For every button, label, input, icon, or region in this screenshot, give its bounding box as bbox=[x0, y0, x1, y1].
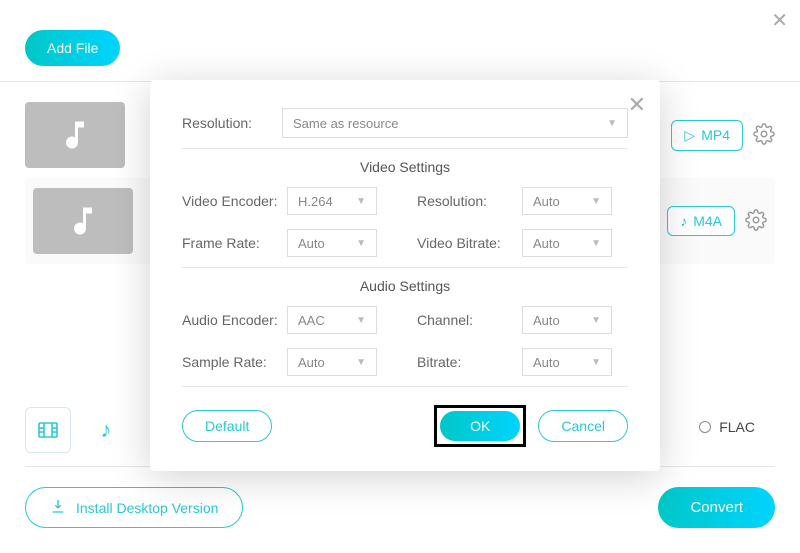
play-icon: ▷ bbox=[684, 127, 695, 144]
ok-button[interactable]: OK bbox=[440, 411, 520, 441]
video-resolution-label: Resolution: bbox=[417, 193, 522, 209]
video-bitrate-value: Auto bbox=[533, 236, 560, 251]
sample-rate-value: Auto bbox=[298, 355, 325, 370]
divider bbox=[182, 386, 628, 387]
audio-bitrate-label: Bitrate: bbox=[417, 354, 522, 370]
flac-label: FLAC bbox=[719, 419, 755, 435]
sample-rate-label: Sample Rate: bbox=[182, 354, 287, 370]
chevron-down-icon: ▼ bbox=[356, 315, 366, 326]
music-note-icon: ♪ bbox=[680, 213, 687, 229]
format-label: M4A bbox=[693, 213, 722, 229]
video-encoder-value: H.264 bbox=[298, 194, 333, 209]
chevron-down-icon: ▼ bbox=[591, 357, 601, 368]
audio-encoder-select[interactable]: AAC ▼ bbox=[287, 306, 377, 334]
divider bbox=[182, 148, 628, 149]
footer: Install Desktop Version Convert bbox=[25, 466, 775, 528]
install-desktop-button[interactable]: Install Desktop Version bbox=[25, 487, 243, 528]
video-resolution-value: Auto bbox=[533, 194, 560, 209]
close-icon[interactable]: ✕ bbox=[771, 8, 788, 33]
settings-gear-icon[interactable] bbox=[753, 123, 775, 148]
default-button[interactable]: Default bbox=[182, 410, 272, 442]
frame-rate-value: Auto bbox=[298, 236, 325, 251]
resolution-label: Resolution: bbox=[182, 115, 282, 131]
video-bitrate-select[interactable]: Auto ▼ bbox=[522, 229, 612, 257]
chevron-down-icon: ▼ bbox=[591, 238, 601, 249]
format-button-m4a[interactable]: ♪ M4A bbox=[667, 206, 735, 236]
cancel-button[interactable]: Cancel bbox=[538, 410, 628, 442]
audio-bitrate-select[interactable]: Auto ▼ bbox=[522, 348, 612, 376]
audio-encoder-label: Audio Encoder: bbox=[182, 312, 287, 328]
video-category-icon[interactable] bbox=[25, 407, 71, 453]
chevron-down-icon: ▼ bbox=[591, 196, 601, 207]
video-bitrate-label: Video Bitrate: bbox=[417, 235, 522, 251]
resolution-value: Same as resource bbox=[293, 116, 399, 131]
top-toolbar: Add File bbox=[0, 0, 800, 82]
format-button-mp4[interactable]: ▷ MP4 bbox=[671, 120, 743, 151]
chevron-down-icon: ▼ bbox=[356, 196, 366, 207]
music-thumbnail-icon bbox=[25, 102, 125, 168]
audio-category-icon[interactable]: ♪ bbox=[83, 407, 129, 453]
category-icons: ♪ bbox=[25, 407, 129, 453]
music-thumbnail-icon bbox=[33, 188, 133, 254]
convert-button[interactable]: Convert bbox=[658, 487, 775, 528]
frame-rate-label: Frame Rate: bbox=[182, 235, 287, 251]
audio-settings-title: Audio Settings bbox=[182, 278, 628, 294]
download-icon bbox=[50, 498, 66, 517]
modal-close-icon[interactable]: ✕ bbox=[628, 92, 646, 118]
channel-value: Auto bbox=[533, 313, 560, 328]
ok-highlight-box: OK bbox=[434, 405, 526, 447]
chevron-down-icon: ▼ bbox=[356, 357, 366, 368]
audio-bitrate-value: Auto bbox=[533, 355, 560, 370]
chevron-down-icon: ▼ bbox=[591, 315, 601, 326]
install-label: Install Desktop Version bbox=[76, 500, 218, 516]
audio-encoder-value: AAC bbox=[298, 313, 325, 328]
video-encoder-select[interactable]: H.264 ▼ bbox=[287, 187, 377, 215]
video-settings-title: Video Settings bbox=[182, 159, 628, 175]
settings-gear-icon[interactable] bbox=[745, 209, 767, 234]
divider bbox=[182, 267, 628, 268]
settings-modal: ✕ Resolution: Same as resource ▼ Video S… bbox=[150, 80, 660, 471]
chevron-down-icon: ▼ bbox=[356, 238, 366, 249]
sample-rate-select[interactable]: Auto ▼ bbox=[287, 348, 377, 376]
chevron-down-icon: ▼ bbox=[607, 118, 617, 129]
video-encoder-label: Video Encoder: bbox=[182, 193, 287, 209]
channel-label: Channel: bbox=[417, 312, 522, 328]
format-label: MP4 bbox=[701, 127, 730, 143]
video-resolution-select[interactable]: Auto ▼ bbox=[522, 187, 612, 215]
modal-footer: Default OK Cancel bbox=[182, 405, 628, 447]
radio-circle-icon bbox=[699, 421, 711, 433]
channel-select[interactable]: Auto ▼ bbox=[522, 306, 612, 334]
add-file-button[interactable]: Add File bbox=[25, 30, 120, 66]
frame-rate-select[interactable]: Auto ▼ bbox=[287, 229, 377, 257]
flac-radio-option[interactable]: FLAC bbox=[699, 419, 755, 435]
resolution-select[interactable]: Same as resource ▼ bbox=[282, 108, 628, 138]
